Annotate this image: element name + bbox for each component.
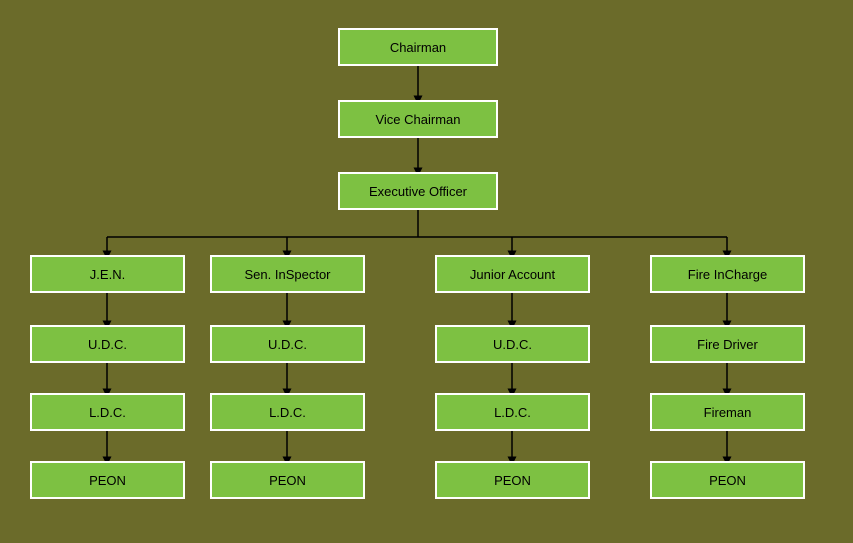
node-ja-peon: PEON [435, 461, 590, 499]
node-si-udc: U.D.C. [210, 325, 365, 363]
node-jen-peon: PEON [30, 461, 185, 499]
node-fire-incharge: Fire InCharge [650, 255, 805, 293]
node-jen: J.E.N. [30, 255, 185, 293]
node-fi-driver: Fire Driver [650, 325, 805, 363]
node-vice-chairman: Vice Chairman [338, 100, 498, 138]
org-chart: Chairman Vice Chairman Executive Officer… [0, 0, 853, 543]
node-sen-inspector: Sen. InSpector [210, 255, 365, 293]
node-jen-udc: U.D.C. [30, 325, 185, 363]
node-jen-ldc: L.D.C. [30, 393, 185, 431]
node-ja-udc: U.D.C. [435, 325, 590, 363]
node-junior-account: Junior Account [435, 255, 590, 293]
node-fi-fireman: Fireman [650, 393, 805, 431]
node-si-peon: PEON [210, 461, 365, 499]
node-fi-peon: PEON [650, 461, 805, 499]
node-si-ldc: L.D.C. [210, 393, 365, 431]
node-executive-officer: Executive Officer [338, 172, 498, 210]
node-chairman: Chairman [338, 28, 498, 66]
node-ja-ldc: L.D.C. [435, 393, 590, 431]
